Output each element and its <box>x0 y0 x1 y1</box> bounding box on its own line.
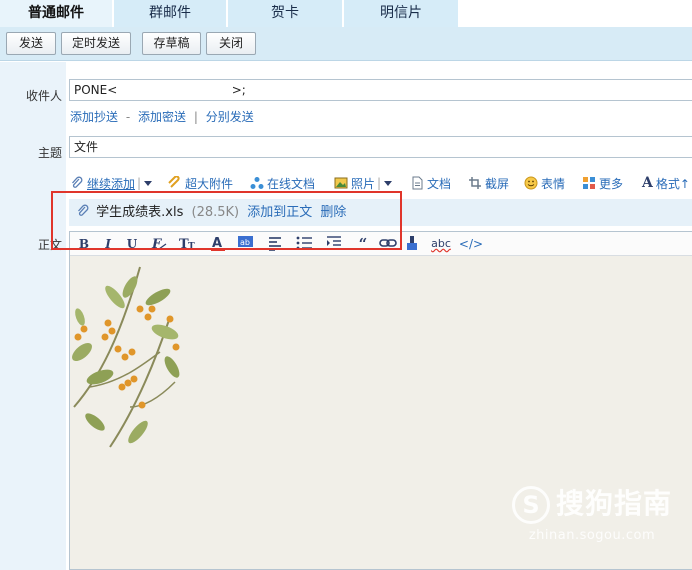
font-family-button[interactable]: F <box>150 235 170 253</box>
large-attachment-label: 超大附件 <box>185 176 234 191</box>
recipient-input[interactable]: PONE< >; <box>69 79 692 101</box>
clear-format-button[interactable] <box>404 235 420 253</box>
field-label-column <box>0 62 66 570</box>
separator-icon: | <box>137 176 142 190</box>
bold-button[interactable]: B <box>76 235 92 253</box>
continue-add-label: 继续添加 <box>87 176 136 191</box>
document-label: 文档 <box>427 176 452 191</box>
subject-input[interactable]: 文件 <box>69 136 692 158</box>
save-draft-button[interactable]: 存草稿 <box>142 32 201 55</box>
tab-greeting-card[interactable]: 贺卡 <box>228 0 342 27</box>
body-label: 正文 <box>37 238 62 252</box>
font-size-icon: TT <box>179 237 195 252</box>
photo-label: 照片 <box>351 176 376 191</box>
large-attachment-button[interactable]: 超大附件 <box>168 174 233 192</box>
online-document-label: 在线文档 <box>267 176 316 191</box>
subject-label: 主题 <box>37 146 62 160</box>
recipient-links: 添加抄送 - 添加密送 | 分别发送 <box>70 108 254 125</box>
separate-send-link[interactable]: 分别发送 <box>206 110 254 124</box>
source-code-button[interactable]: </> <box>458 235 484 253</box>
underline-button[interactable]: U <box>124 235 140 253</box>
emoji-label: 表情 <box>541 176 566 191</box>
continue-add-attachment-button[interactable]: 继续添加 | <box>70 174 153 192</box>
indent-button[interactable] <box>324 235 346 253</box>
format-toggle-button[interactable]: A 格式↑ <box>642 174 690 192</box>
recipient-label: 收件人 <box>25 89 62 103</box>
link-separator-bar: | <box>193 110 198 124</box>
italic-button[interactable]: I <box>100 235 116 253</box>
screenshot-button[interactable]: 截屏 <box>468 174 509 192</box>
spell-check-button[interactable]: abc <box>428 235 454 253</box>
paperclip-icon <box>72 176 83 188</box>
more-label: 更多 <box>599 176 624 191</box>
dropdown-arrow-icon[interactable] <box>383 176 393 190</box>
stationery-canvas[interactable] <box>70 257 692 570</box>
separator-icon: | <box>377 176 382 190</box>
svg-text:F: F <box>151 237 162 251</box>
online-document-button[interactable]: 在线文档 <box>250 174 315 192</box>
document-icon <box>412 176 423 190</box>
subject-value: 文件 <box>74 140 99 154</box>
bullet-list-button[interactable] <box>294 235 316 253</box>
font-family-icon: F <box>151 237 167 252</box>
svg-text:ab: ab <box>240 238 250 247</box>
align-left-icon <box>269 237 281 251</box>
document-button[interactable]: 文档 <box>410 174 451 192</box>
tab-normal-mail[interactable]: 普通邮件 <box>0 0 112 27</box>
compose-type-tabs: 普通邮件 群邮件 贺卡 明信片 <box>0 0 692 27</box>
photo-icon <box>334 177 348 189</box>
attached-file-row: 学生成绩表.xls (28.5K) 添加到正文 删除 <box>69 199 692 226</box>
font-color-icon: A <box>211 236 225 251</box>
screenshot-icon <box>469 177 481 189</box>
attachment-filename: 学生成绩表.xls <box>96 205 184 220</box>
large-attachment-icon <box>168 176 180 188</box>
scheduled-send-button[interactable]: 定时发送 <box>61 32 131 55</box>
grid-icon <box>583 177 595 189</box>
attachment-toolbar: 继续添加 | 超大附件 在线文档 照片 | 文档 截屏 表情 更多 A 格式↑ <box>70 174 692 192</box>
emoji-button[interactable]: 表情 <box>524 174 565 192</box>
quote-icon: “ <box>358 235 368 253</box>
add-bcc-link[interactable]: 添加密送 <box>138 110 186 124</box>
bullet-list-icon <box>296 236 312 250</box>
dropdown-arrow-icon[interactable] <box>143 176 153 190</box>
attachment-size: (28.5K) <box>191 205 240 220</box>
add-cc-link[interactable]: 添加抄送 <box>70 110 118 124</box>
quote-button[interactable]: “ <box>354 235 372 253</box>
tab-postcard[interactable]: 明信片 <box>344 0 458 27</box>
align-button[interactable] <box>266 235 286 253</box>
photo-button[interactable]: 照片 | <box>334 174 393 192</box>
close-button[interactable]: 关闭 <box>206 32 256 55</box>
screenshot-label: 截屏 <box>485 176 510 191</box>
svg-text:T: T <box>188 242 195 251</box>
format-toolbar: B I U F TT A ab “ abc </> <box>70 232 692 256</box>
online-document-icon <box>250 177 264 189</box>
add-to-body-link[interactable]: 添加到正文 <box>247 205 312 220</box>
insert-link-button[interactable] <box>378 235 398 253</box>
compose-action-bar: 发送 定时发送 存草稿 关闭 <box>0 27 692 61</box>
highlight-color-icon: ab <box>238 236 253 250</box>
link-separator-dash: - <box>125 110 131 124</box>
plant-illustration <box>72 266 180 448</box>
font-color-button[interactable]: A <box>208 235 228 253</box>
font-a-icon: A <box>642 175 653 191</box>
tab-group-mail[interactable]: 群邮件 <box>114 0 226 27</box>
send-button[interactable]: 发送 <box>6 32 56 55</box>
link-icon <box>379 239 397 247</box>
delete-attachment-link[interactable]: 删除 <box>320 205 346 220</box>
recipient-value: PONE< >; <box>74 83 246 97</box>
format-label: 格式↑ <box>655 176 690 191</box>
more-button[interactable]: 更多 <box>582 174 623 192</box>
paperclip-icon <box>78 204 89 216</box>
smiley-icon <box>524 176 538 190</box>
body-editor[interactable]: B I U F TT A ab “ abc </> <box>69 231 692 570</box>
brush-icon <box>407 236 417 250</box>
indent-icon <box>327 236 341 250</box>
background-color-button[interactable]: ab <box>236 235 256 253</box>
font-size-button[interactable]: TT <box>178 235 200 253</box>
